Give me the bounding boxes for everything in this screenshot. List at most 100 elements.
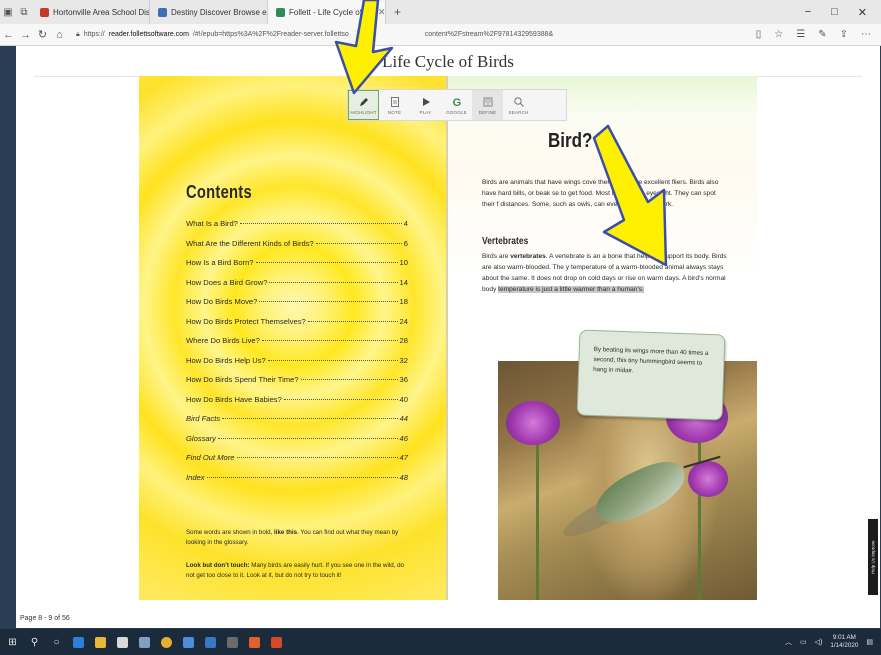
toc-entry[interactable]: Glossary 46 xyxy=(186,434,408,454)
url-host: reader.follettsoftware.com xyxy=(108,31,189,38)
toc-entry[interactable]: What Is a Bird? 4 xyxy=(186,219,408,239)
toc-leader xyxy=(236,457,398,458)
window-controls: − □ ✕ xyxy=(805,0,881,24)
maximize-button[interactable]: □ xyxy=(831,6,838,18)
book-title: Life Cycle of Birds xyxy=(382,52,514,71)
toc-page-number: 14 xyxy=(399,277,408,287)
tab-hortonville[interactable]: Hortonville Area School Dis xyxy=(32,0,150,24)
search-icon xyxy=(513,96,524,107)
tab-preview-icon[interactable]: ⧉ xyxy=(16,0,32,24)
share-icon[interactable]: ⇪ xyxy=(840,29,848,40)
toc-title: How Do Birds Protect Themselves? xyxy=(186,316,306,326)
tab-destiny-discover[interactable]: Destiny Discover Browse eB xyxy=(150,0,268,24)
toc-title: Index xyxy=(186,472,205,482)
toc-page-number: 6 xyxy=(403,238,408,248)
store-icon[interactable] xyxy=(116,636,129,649)
toc-leader xyxy=(300,379,398,380)
search-tool-button[interactable]: SEARCH xyxy=(503,90,534,120)
toc-entry[interactable]: How Do Birds Have Babies? 40 xyxy=(186,395,408,415)
browser-tab-bar: ▣ ⧉ Hortonville Area School Dis Destiny … xyxy=(0,0,881,24)
address-bar: ← → ↻ ⌂ 🔒︎ https://reader.follettsoftwar… xyxy=(0,24,881,46)
chrome-icon[interactable] xyxy=(160,636,173,649)
url-field[interactable]: 🔒︎ https://reader.follettsoftware.com/#!… xyxy=(76,27,756,43)
annotation-arrow-highlight xyxy=(592,124,668,267)
favorites-hub-icon[interactable]: ☰ xyxy=(796,29,805,40)
toc-leader xyxy=(307,320,398,322)
define-tool-button[interactable]: DEFINE xyxy=(472,90,503,120)
toc-leader xyxy=(222,418,398,419)
toc-leader xyxy=(206,476,398,478)
vertebrates-heading: Vertebrates xyxy=(482,236,529,247)
toc-entry[interactable]: How Do Birds Move? 18 xyxy=(186,297,408,317)
toc-entry[interactable]: How Does a Bird Grow? 14 xyxy=(186,278,408,298)
photos-icon[interactable] xyxy=(138,636,151,649)
toc-page-number: 36 xyxy=(399,375,408,384)
toc-entry[interactable]: How Is a Bird Born? 10 xyxy=(186,258,408,278)
svg-text:G: G xyxy=(452,97,461,108)
toc-entry[interactable]: How Do Birds Protect Themselves? 24 xyxy=(186,317,408,337)
toc-entry[interactable]: Where Do Birds Live? 28 xyxy=(186,336,408,356)
window-menu-icon[interactable]: ▣ xyxy=(0,0,16,24)
destiny-favicon-icon xyxy=(158,7,167,17)
play-tool-button[interactable]: PLAY xyxy=(410,90,441,120)
more-icon[interactable]: ⋯ xyxy=(861,29,871,40)
mail-icon[interactable] xyxy=(204,636,217,649)
clock[interactable]: 9:01 AM 1/14/2020 xyxy=(830,634,858,650)
toc-page-number: 46 xyxy=(399,433,408,443)
toc-entry[interactable]: Bird Facts 44 xyxy=(186,414,408,434)
pen-icon[interactable]: ✎ xyxy=(818,29,826,40)
toc-page-number: 48 xyxy=(399,472,408,482)
back-arrow-icon[interactable]: ← xyxy=(0,29,17,41)
toc-leader xyxy=(259,301,398,302)
ebook-reader: Life Cycle of Birds Contents What Is a B… xyxy=(16,46,880,628)
toc-entry[interactable]: What Are the Different Kinds of Birds? 6 xyxy=(186,239,408,259)
windows-start-icon[interactable]: ⊞ xyxy=(6,636,19,649)
toc-page-number: 18 xyxy=(399,297,408,306)
tab-label: Destiny Discover Browse eB xyxy=(171,7,268,17)
toc-title: How Is a Bird Born? xyxy=(186,258,254,267)
office-icon[interactable] xyxy=(270,636,283,649)
windows-taskbar: ⊞ ⚲ ○ ︿ ▭ ◁) 9:01 AM 1/14/2020 ▤ xyxy=(0,629,881,655)
search-icon[interactable]: ⚲ xyxy=(28,636,41,649)
notifications-icon[interactable]: ▤ xyxy=(866,638,873,646)
toc-entry[interactable]: Find Out More 47 xyxy=(186,453,408,473)
bold-note: Some words are shown in bold, like this.… xyxy=(186,529,399,546)
home-icon[interactable]: ⌂ xyxy=(51,29,68,41)
paint-icon[interactable] xyxy=(248,636,261,649)
contents-heading: Contents xyxy=(186,182,252,202)
file-explorer-icon[interactable] xyxy=(94,636,107,649)
clock-date: 1/14/2020 xyxy=(830,642,859,649)
close-window-button[interactable]: ✕ xyxy=(858,6,867,19)
minimize-button[interactable]: − xyxy=(805,6,811,18)
edge-icon[interactable] xyxy=(72,636,85,649)
toc-entry[interactable]: How Do Birds Help Us? 32 xyxy=(186,356,408,376)
google-icon: G xyxy=(452,97,461,108)
toc-title: How Do Birds Help Us? xyxy=(186,355,266,365)
toc-title: How Does a Bird Grow? xyxy=(186,277,268,287)
system-tray: ︿ ▭ ◁) 9:01 AM 1/14/2020 ▤ xyxy=(785,634,881,650)
toc-leader xyxy=(315,242,402,244)
left-page: Contents What Is a Bird? 4 What Are the Di… xyxy=(139,76,447,600)
forward-arrow-icon[interactable]: → xyxy=(17,29,34,41)
page-heading: Bird? xyxy=(548,130,593,152)
toc-page-number: 32 xyxy=(399,355,408,365)
table-of-contents: What Is a Bird? 4 What Are the Different K… xyxy=(186,219,408,492)
toc-leader xyxy=(261,340,398,341)
toc-title: How Do Birds Have Babies? xyxy=(186,394,282,404)
feedback-tab[interactable]: Help Us Improve xyxy=(868,519,878,595)
toc-entry[interactable]: Index 48 xyxy=(186,473,408,493)
google-tool-button[interactable]: G GOOGLE xyxy=(441,90,472,120)
chevron-up-icon[interactable]: ︿ xyxy=(785,637,792,647)
highlighted-text[interactable]: temperature is just a little warmer than… xyxy=(498,286,644,293)
toc-leader xyxy=(239,223,402,224)
volume-icon[interactable]: ◁) xyxy=(815,638,823,646)
calculator-icon[interactable] xyxy=(226,636,239,649)
refresh-icon[interactable]: ↻ xyxy=(34,28,51,41)
reading-view-icon[interactable]: ▯ xyxy=(756,29,762,40)
network-icon[interactable]: ▭ xyxy=(800,638,807,646)
app-icon[interactable] xyxy=(182,636,195,649)
cortana-icon[interactable]: ○ xyxy=(50,636,63,649)
url-tail: content%2Fstream%2F9781432959388& xyxy=(424,31,554,38)
favorite-star-icon[interactable]: ☆ xyxy=(774,29,783,40)
toc-entry[interactable]: How Do Birds Spend Their Time? 36 xyxy=(186,375,408,395)
